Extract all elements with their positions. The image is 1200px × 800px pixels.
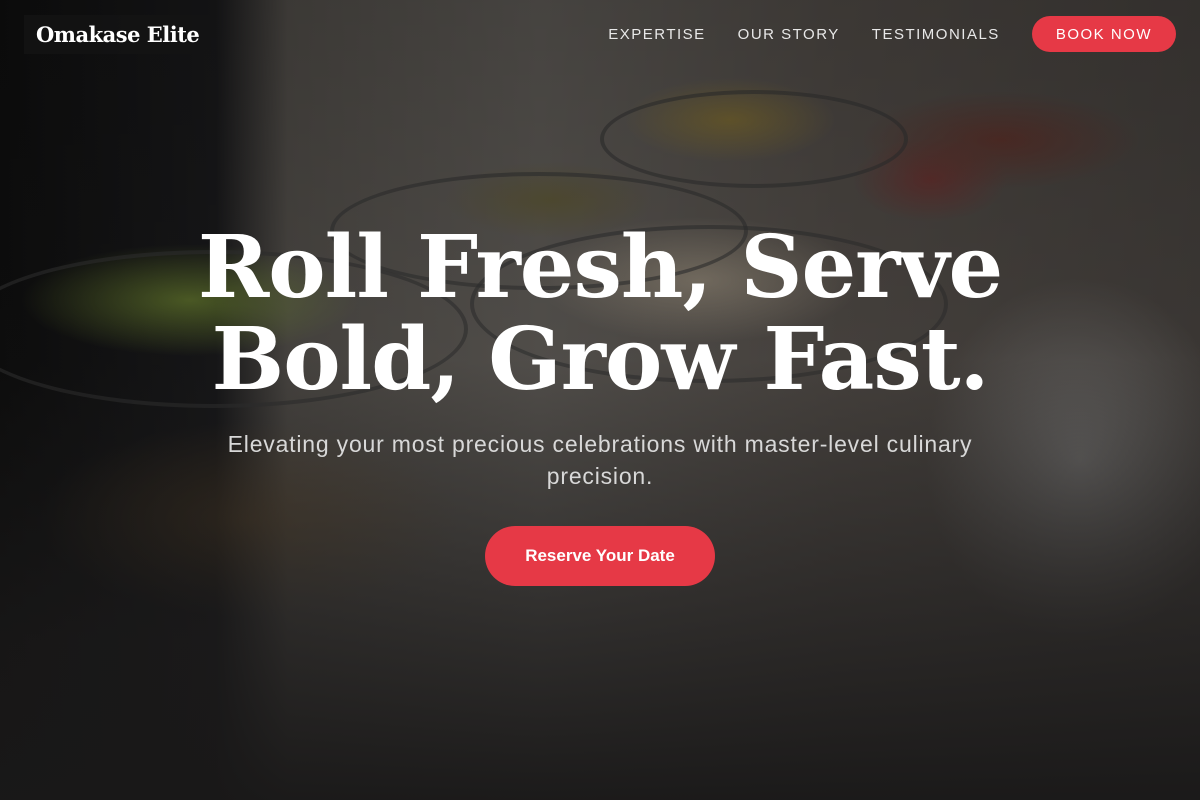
- hero-content: Roll Fresh, Serve Bold, Grow Fast. Eleva…: [0, 222, 1200, 586]
- nav-link-testimonials[interactable]: TESTIMONIALS: [872, 26, 1000, 43]
- nav-link-expertise[interactable]: EXPERTISE: [608, 26, 705, 43]
- hero-headline: Roll Fresh, Serve Bold, Grow Fast.: [150, 222, 1050, 406]
- book-now-button[interactable]: BOOK NOW: [1031, 16, 1176, 52]
- reserve-date-button[interactable]: Reserve Your Date: [485, 526, 715, 586]
- hero-subheading: Elevating your most precious celebration…: [227, 431, 973, 489]
- headline-line-2: Bold, Grow Fast.: [211, 309, 990, 410]
- nav-menu: EXPERTISE OUR STORY TESTIMONIALS BOOK NO…: [576, 16, 1176, 52]
- brand-logo[interactable]: Omakase Elite: [24, 14, 212, 54]
- hero-section: Omakase Elite EXPERTISE OUR STORY TESTIM…: [0, 0, 1200, 800]
- nav-link-our-story[interactable]: OUR STORY: [738, 26, 840, 43]
- headline-line-1: Roll Fresh, Serve: [197, 217, 1003, 318]
- top-navigation: Omakase Elite EXPERTISE OUR STORY TESTIM…: [24, 14, 1176, 54]
